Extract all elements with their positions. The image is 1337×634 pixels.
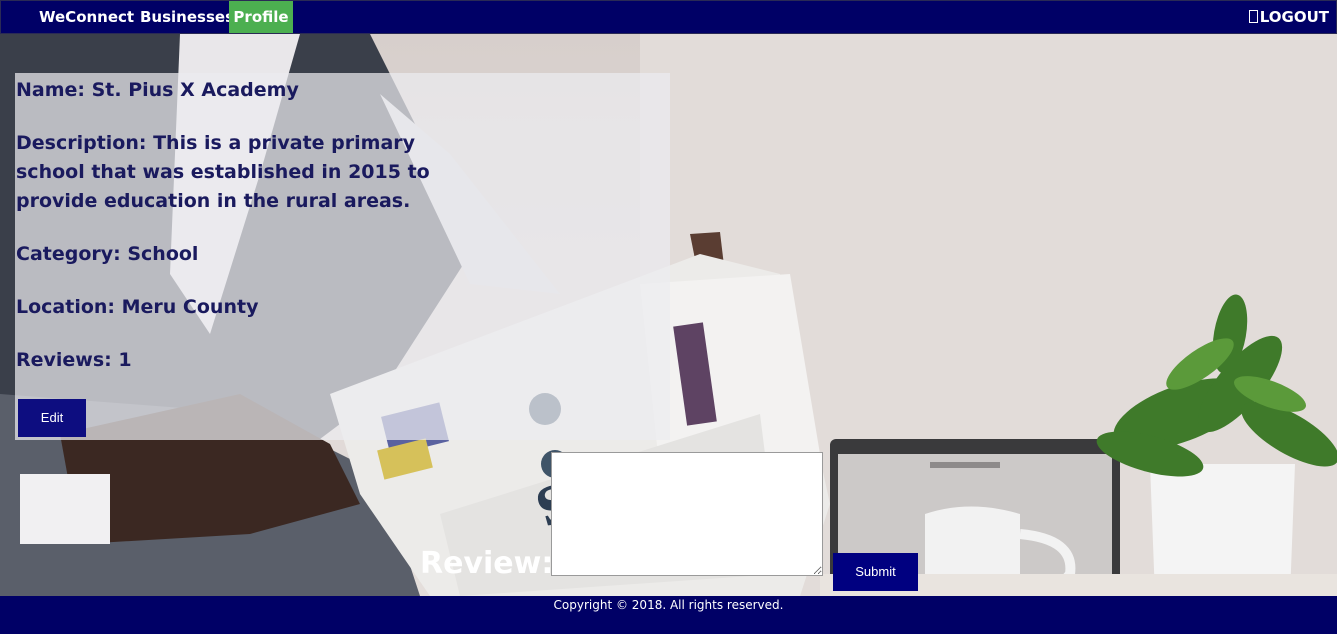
nav-profile-link[interactable]: Profile — [229, 1, 293, 33]
logout-icon — [1248, 10, 1258, 23]
business-reviews-count: Reviews: 1 — [16, 349, 132, 371]
business-location: Location: Meru County — [16, 296, 259, 318]
nav-businesses-link[interactable]: Businesses — [140, 1, 234, 33]
business-name: Name: St. Pius X Academy — [16, 79, 299, 101]
review-textarea[interactable] — [551, 452, 823, 576]
footer: Copyright © 2018. All rights reserved. — [0, 596, 1337, 634]
logout-link[interactable]: LOGOUT — [1248, 1, 1329, 33]
edit-button[interactable]: Edit — [18, 399, 86, 437]
submit-button[interactable]: Submit — [833, 553, 918, 591]
logout-label: LOGOUT — [1259, 8, 1329, 26]
top-navbar: WeConnect Businesses Profile LOGOUT — [0, 0, 1337, 34]
business-description: Description: This is a private primary s… — [16, 132, 430, 212]
review-label: Review: — [420, 546, 554, 581]
nav-brand-link[interactable]: WeConnect — [39, 1, 134, 33]
business-info-panel: Name: St. Pius X Academy Description: Th… — [15, 73, 670, 440]
footer-copyright: Copyright © 2018. All rights reserved. — [553, 598, 784, 612]
business-category: Category: School — [16, 243, 199, 265]
